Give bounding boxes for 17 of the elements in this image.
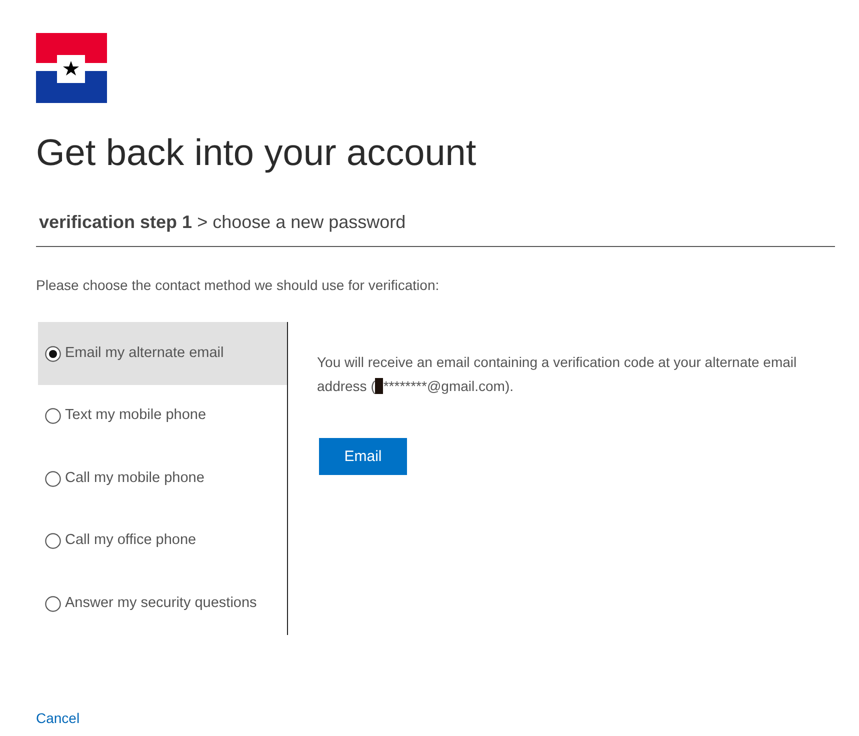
radio-button[interactable] — [45, 596, 61, 612]
contact-method-option[interactable]: Call my office phone — [38, 510, 287, 572]
contact-method-option[interactable]: Text my mobile phone — [38, 384, 287, 448]
contact-method-option[interactable]: Email my alternate email — [38, 322, 287, 385]
contact-method-option[interactable]: Call my mobile phone — [38, 447, 287, 510]
page-title: Get back into your account — [36, 131, 478, 175]
description-text: You will receive an email containing a verification code at your alternate email address ( ********@gmail.com). — [317, 353, 798, 396]
email-button[interactable]: Email — [319, 438, 407, 476]
radio-button[interactable] — [45, 408, 61, 424]
cancel-link[interactable]: Cancel — [36, 708, 80, 729]
flag-logo — [36, 33, 107, 103]
radio-button[interactable] — [45, 470, 61, 487]
radio-button[interactable] — [45, 346, 61, 362]
step-indicator: verification step 1 > choose a new password — [39, 211, 407, 234]
radio-button[interactable] — [45, 533, 61, 550]
contact-method-option[interactable]: Answer my security questions — [38, 572, 287, 635]
instruction-text: Please choose the contact method we should use for verification: — [36, 276, 440, 296]
